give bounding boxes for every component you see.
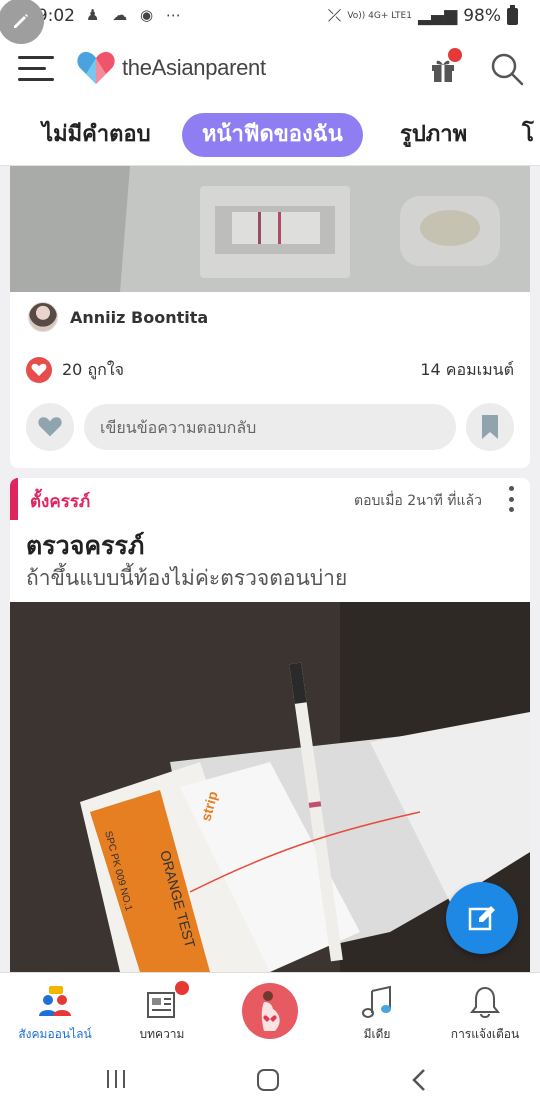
battery-label: 98% bbox=[463, 6, 501, 26]
home-icon[interactable] bbox=[256, 1068, 280, 1092]
mute-icon: ⤫ bbox=[327, 6, 342, 26]
reply-row bbox=[26, 402, 514, 452]
liked-heart-icon[interactable] bbox=[26, 357, 52, 383]
tab-unanswered[interactable]: ไม่มีคำตอบ bbox=[22, 113, 171, 157]
notification-icons: ♟ ☁ ◉ ⋯ bbox=[86, 6, 185, 24]
nav-articles-label: บทความ bbox=[139, 1027, 185, 1041]
post-title[interactable]: ตรวจครรภ์ bbox=[26, 526, 144, 566]
logo-text: theAsianparent bbox=[122, 55, 266, 80]
gift-badge bbox=[448, 48, 462, 62]
reply-input[interactable] bbox=[84, 404, 456, 450]
more-options-icon[interactable] bbox=[506, 486, 516, 512]
compose-button[interactable] bbox=[446, 882, 518, 954]
category-label[interactable]: ตั้งครรภ์ bbox=[30, 488, 90, 515]
bookmark-icon bbox=[482, 415, 498, 439]
tab-my-feed[interactable]: หน้าฟีดของฉัน bbox=[182, 113, 363, 157]
like-count[interactable]: 20 ถูกใจ bbox=[62, 358, 124, 383]
nav-community[interactable]: สังคมออนไลน์ bbox=[0, 981, 110, 1044]
nav-articles[interactable]: บทความ bbox=[107, 981, 217, 1044]
nav-notifications[interactable]: การแจ้งเตือน bbox=[430, 981, 540, 1044]
system-nav-bar bbox=[0, 1046, 540, 1110]
nav-media-label: มีเดีย bbox=[363, 1027, 391, 1041]
app-header: theAsianparent bbox=[0, 34, 540, 104]
search-icon[interactable] bbox=[490, 52, 524, 86]
article-icon bbox=[147, 992, 175, 1018]
recent-apps-icon[interactable] bbox=[104, 1068, 128, 1090]
bookmark-button[interactable] bbox=[466, 403, 514, 451]
nav-community-label: สังคมออนไลน์ bbox=[18, 1027, 92, 1041]
nav-media[interactable]: มีเดีย bbox=[322, 981, 432, 1044]
nav-notifications-label: การแจ้งเตือน bbox=[450, 1027, 520, 1041]
like-button[interactable] bbox=[26, 403, 74, 451]
category-bar bbox=[10, 478, 18, 520]
bell-icon bbox=[470, 986, 500, 1018]
post-photo-test-cassette[interactable] bbox=[10, 166, 530, 292]
nav-pregnancy[interactable] bbox=[242, 983, 298, 1039]
avatar[interactable] bbox=[28, 302, 58, 332]
music-icon bbox=[362, 985, 391, 1018]
network-label: Vo)) 4G+ LTE1 bbox=[347, 10, 412, 21]
community-icon bbox=[39, 986, 71, 1016]
battery-icon bbox=[507, 4, 518, 25]
pregnancy-icon bbox=[261, 991, 280, 1031]
compose-icon bbox=[468, 906, 495, 931]
post-card-1[interactable]: Anniiz Boontita 20 ถูกใจ 14 คอมเมนต์ bbox=[10, 166, 530, 468]
post-author[interactable]: Anniiz Boontita bbox=[28, 302, 208, 332]
tab-photos[interactable]: รูปภาพ bbox=[380, 113, 487, 157]
tab-next[interactable]: โ bbox=[502, 113, 540, 157]
heart-icon bbox=[38, 417, 62, 437]
status-right: ⤫ Vo)) 4G+ LTE1 ▂▄▆ 98% bbox=[327, 4, 518, 26]
back-icon[interactable] bbox=[410, 1068, 428, 1092]
bottom-nav: สังคมออนไลน์ บทความ มีเดีย การแจ้งเตือน bbox=[0, 972, 540, 1046]
post-time: ตอบเมื่อ 2นาที ที่แล้ว bbox=[354, 493, 482, 509]
engagement-row: 20 ถูกใจ 14 คอมเมนต์ bbox=[26, 356, 514, 384]
heart-logo-icon bbox=[77, 51, 115, 84]
articles-badge bbox=[175, 981, 189, 995]
signal-icon: ▂▄▆ bbox=[417, 6, 458, 26]
comment-count[interactable]: 14 คอมเมนต์ bbox=[420, 358, 514, 383]
feed-tabs: ไม่มีคำตอบ หน้าฟีดของฉัน รูปภาพ โ bbox=[0, 104, 540, 166]
app-logo[interactable]: theAsianparent bbox=[76, 50, 266, 86]
status-bar: 09:02 ♟ ☁ ◉ ⋯ ⤫ Vo)) 4G+ LTE1 ▂▄▆ 98% bbox=[0, 0, 540, 44]
post-subtitle[interactable]: ถ้าขึ้นแบบนี้ท้องไม่ค่ะตรวจตอนบ่าย bbox=[26, 562, 347, 595]
gift-icon[interactable] bbox=[428, 48, 462, 84]
menu-icon[interactable] bbox=[18, 56, 54, 82]
author-name[interactable]: Anniiz Boontita bbox=[70, 308, 208, 327]
